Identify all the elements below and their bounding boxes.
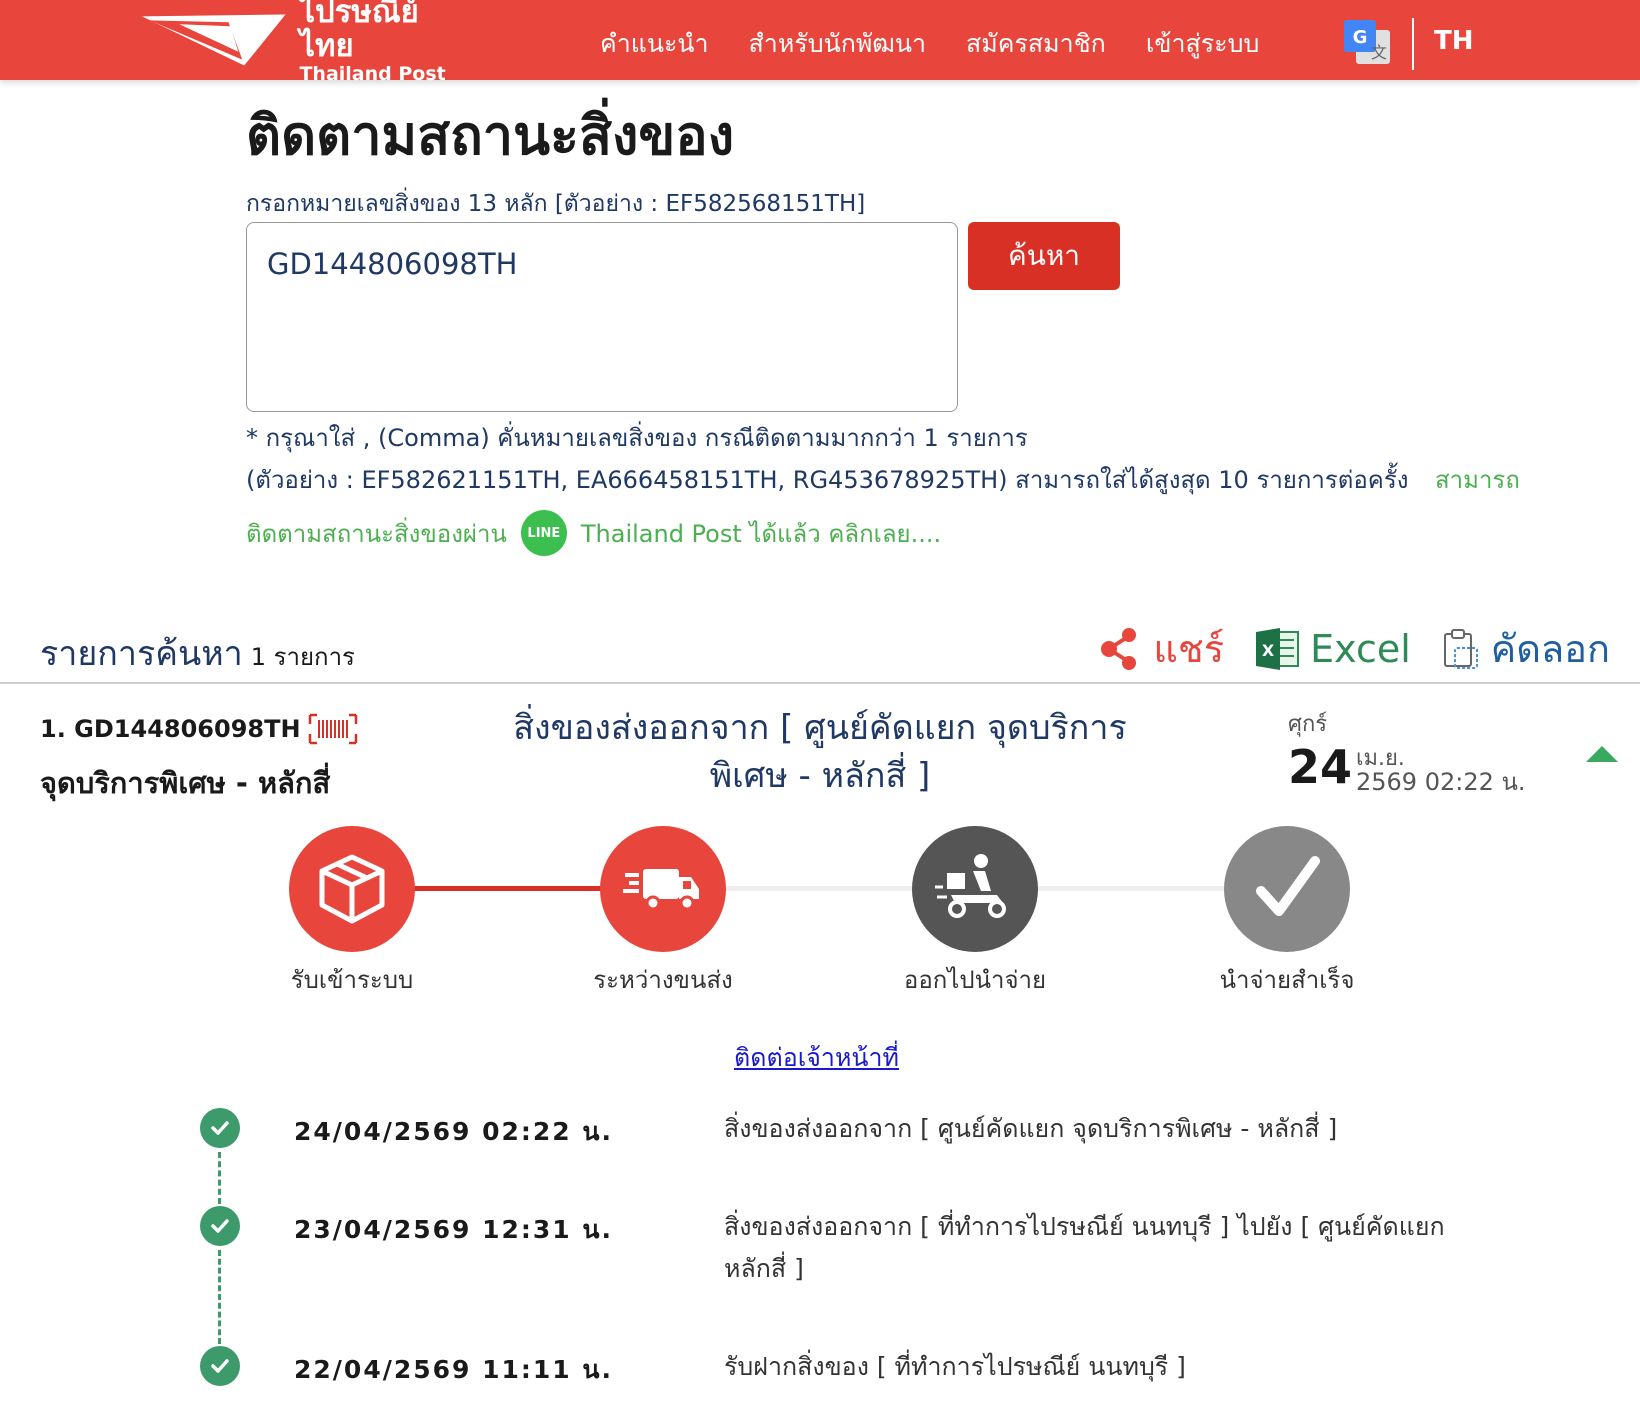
example-note: (ตัวอย่าง : EF582621151TH, EA666458151TH… — [246, 466, 1409, 494]
logo-english-text: Thailand Post — [299, 63, 446, 85]
step-delivered — [1224, 826, 1350, 952]
page-title: ติดตามสถานะสิ่งของ — [246, 104, 735, 167]
main-nav: คำแนะนำ สำหรับนักพัฒนา สมัครสมาชิก เข้าส… — [600, 24, 1259, 64]
timeline-datetime: 24/04/2569 02:22 น. — [294, 1117, 613, 1146]
item-status: สิ่งของส่งออกจาก [ ศูนย์คัดแยก จุดบริการ… — [513, 708, 1127, 796]
nav-register[interactable]: สมัครสมาชิก — [966, 24, 1106, 64]
comma-note: * กรุณาใส่ , (Comma) คั่นหมายเลขสิ่งของ … — [246, 424, 1028, 452]
status-year-time: 2569 02:22 น. — [1356, 768, 1526, 796]
svg-text:文: 文 — [1371, 43, 1387, 62]
results-actions: แชร์ X Excel คัดลอก — [1097, 618, 1610, 679]
timeline-connector — [218, 1152, 221, 1204]
collapse-chevron-icon[interactable] — [1586, 746, 1618, 762]
nav-developers[interactable]: สำหรับนักพัฒนา — [749, 24, 927, 64]
step-out-for-delivery — [912, 826, 1038, 952]
header-divider — [1412, 18, 1414, 70]
step-label-out-for-delivery: ออกไปนำจ่าย — [903, 966, 1047, 994]
top-header: ไปรษณีย์ไทย Thailand Post คำแนะนำ สำหรับ… — [0, 0, 1640, 85]
results-divider — [0, 682, 1640, 684]
truck-icon — [623, 869, 699, 911]
language-selector[interactable]: TH — [1434, 26, 1474, 56]
line-promo-link[interactable]: Thailand Post ได้แล้ว คลิกเลย.... — [581, 514, 941, 553]
results-count: 1 รายการ — [250, 643, 355, 671]
tracking-id-text: 1. GD144806098TH — [40, 715, 301, 743]
line-promo-start: สามารถ — [1435, 466, 1520, 494]
timeline-connector — [218, 1250, 221, 1344]
excel-icon: X — [1256, 627, 1300, 670]
search-button[interactable]: ค้นหา — [968, 222, 1120, 290]
step-label-in-transit: ระหว่างขนส่ง — [593, 966, 733, 994]
contact-staff-link[interactable]: ติดต่อเจ้าหน้าที่ — [734, 1038, 899, 1078]
copy-label: คัดลอก — [1490, 627, 1610, 671]
excel-button[interactable]: X Excel — [1254, 626, 1411, 672]
timeline-check-icon — [200, 1206, 240, 1246]
line-promo[interactable]: ติดตามสถานะสิ่งของผ่าน LINE Thailand Pos… — [246, 510, 941, 556]
share-button[interactable]: แชร์ — [1097, 618, 1224, 679]
step-label-accepted: รับเข้าระบบ — [290, 966, 414, 994]
scooter-icon — [935, 854, 1006, 918]
google-translate-icon[interactable]: G 文 — [1342, 18, 1392, 68]
results-title: รายการค้นหา — [40, 634, 243, 674]
status-day: 24 — [1288, 740, 1353, 794]
results-heading: รายการค้นหา 1 รายการ — [40, 626, 355, 680]
step-accepted — [289, 826, 415, 952]
step-label-delivered: นำจ่ายสำเร็จ — [1219, 966, 1355, 994]
share-icon — [1101, 627, 1137, 670]
progress-track-completed — [412, 886, 602, 891]
copy-button[interactable]: คัดลอก — [1441, 618, 1610, 679]
nav-login[interactable]: เข้าสู่ระบบ — [1146, 24, 1260, 64]
excel-label: Excel — [1310, 626, 1411, 671]
timeline-check-icon — [200, 1108, 240, 1148]
item-tracking-id: 1. GD144806098TH — [40, 712, 359, 746]
timeline-description: สิ่งของส่งออกจาก [ ที่ทำการไปรษณีย์ นนทบ… — [724, 1212, 1445, 1283]
bird-logo-icon — [141, 14, 286, 66]
timeline-datetime: 23/04/2569 12:31 น. — [294, 1215, 613, 1244]
line-icon: LINE — [520, 510, 567, 556]
barcode-icon[interactable] — [307, 712, 359, 746]
item-location: จุดบริการพิเศษ - หลักสี่ — [40, 766, 331, 800]
share-label: แชร์ — [1153, 627, 1225, 671]
check-icon — [1256, 856, 1320, 916]
clipboard-icon — [1443, 628, 1478, 669]
svg-text:G: G — [1353, 27, 1368, 48]
svg-text:X: X — [1262, 641, 1275, 660]
line-promo-prefix: ติดตามสถานะสิ่งของผ่าน — [246, 519, 507, 548]
nav-guide[interactable]: คำแนะนำ — [600, 24, 709, 64]
timeline-check-icon — [200, 1346, 240, 1386]
status-day-name: ศุกร์ — [1288, 712, 1328, 737]
step-in-transit — [600, 826, 726, 952]
logo-thai-text: ไปรษณีย์ไทย — [299, 0, 419, 64]
timeline-description: รับฝากสิ่งของ [ ที่ทำการไปรษณีย์ นนทบุรี… — [724, 1352, 1186, 1381]
box-icon — [319, 854, 385, 924]
timeline-datetime: 22/04/2569 11:11 น. — [294, 1355, 613, 1384]
thailand-post-logo[interactable]: ไปรษณีย์ไทย Thailand Post — [140, 0, 470, 85]
search-hint: กรอกหมายเลขสิ่งของ 13 หลัก [ตัวอย่าง : E… — [246, 191, 866, 217]
timeline-description: สิ่งของส่งออกจาก [ ศูนย์คัดแยก จุดบริการ… — [724, 1114, 1338, 1143]
tracking-number-input[interactable]: GD144806098TH — [246, 222, 958, 412]
